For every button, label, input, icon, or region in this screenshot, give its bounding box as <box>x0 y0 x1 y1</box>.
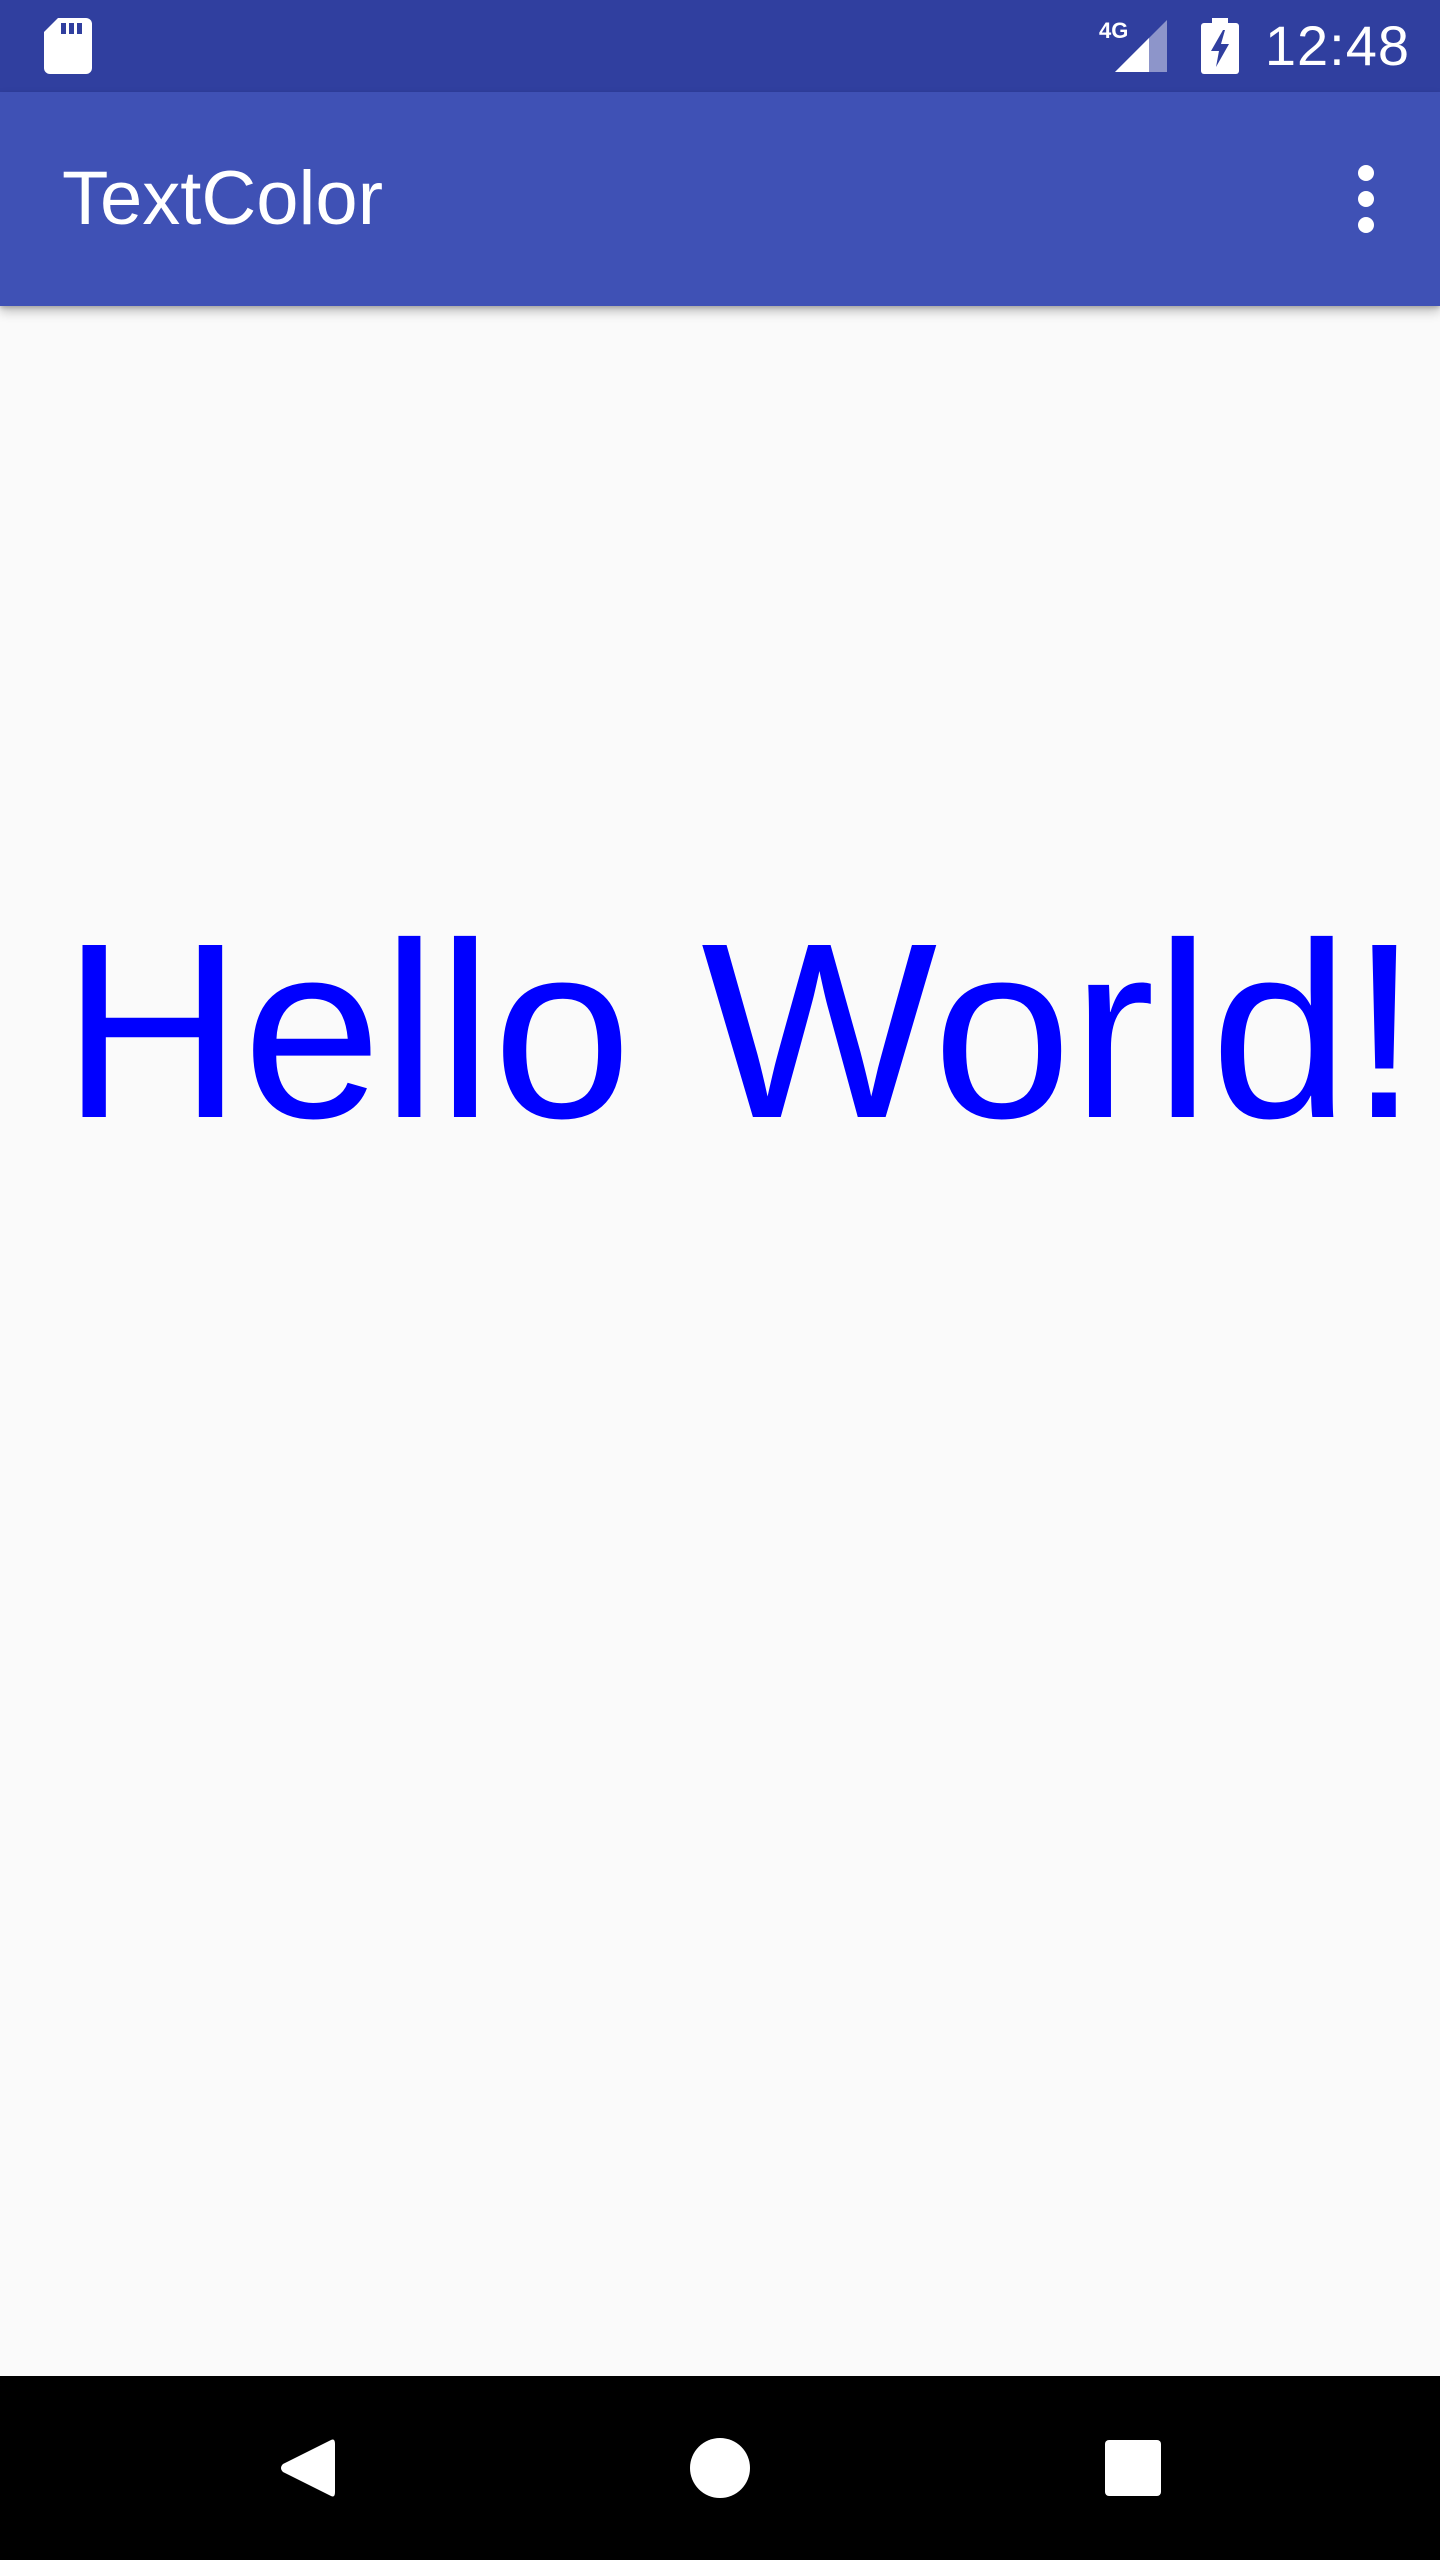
recents-icon <box>1105 2440 1161 2496</box>
home-button[interactable] <box>670 2418 770 2518</box>
main-content: Hello World! <box>0 306 1440 2376</box>
navigation-bar <box>0 2376 1440 2560</box>
app-bar: TextColor <box>0 92 1440 306</box>
sd-card-icon <box>44 18 92 74</box>
app-title: TextColor <box>62 156 383 241</box>
status-clock: 12:48 <box>1264 14 1410 77</box>
status-bar: 4G 12:48 <box>0 0 1440 92</box>
screen: 4G 12:48 TextColor Hello World! <box>0 0 1440 2560</box>
back-button[interactable] <box>258 2418 358 2518</box>
network-type-label: 4G <box>1099 18 1128 43</box>
signal-icon: 4G <box>1099 18 1167 72</box>
home-icon <box>690 2438 750 2498</box>
battery-charging-icon <box>1200 18 1239 74</box>
recents-button[interactable] <box>1083 2418 1183 2518</box>
hello-world-text: Hello World! <box>62 891 1419 1170</box>
back-icon <box>281 2439 335 2497</box>
status-icons: 4G 12:48 <box>1099 0 1410 92</box>
overflow-menu-button[interactable] <box>1314 147 1418 251</box>
more-vert-icon <box>1358 165 1374 233</box>
